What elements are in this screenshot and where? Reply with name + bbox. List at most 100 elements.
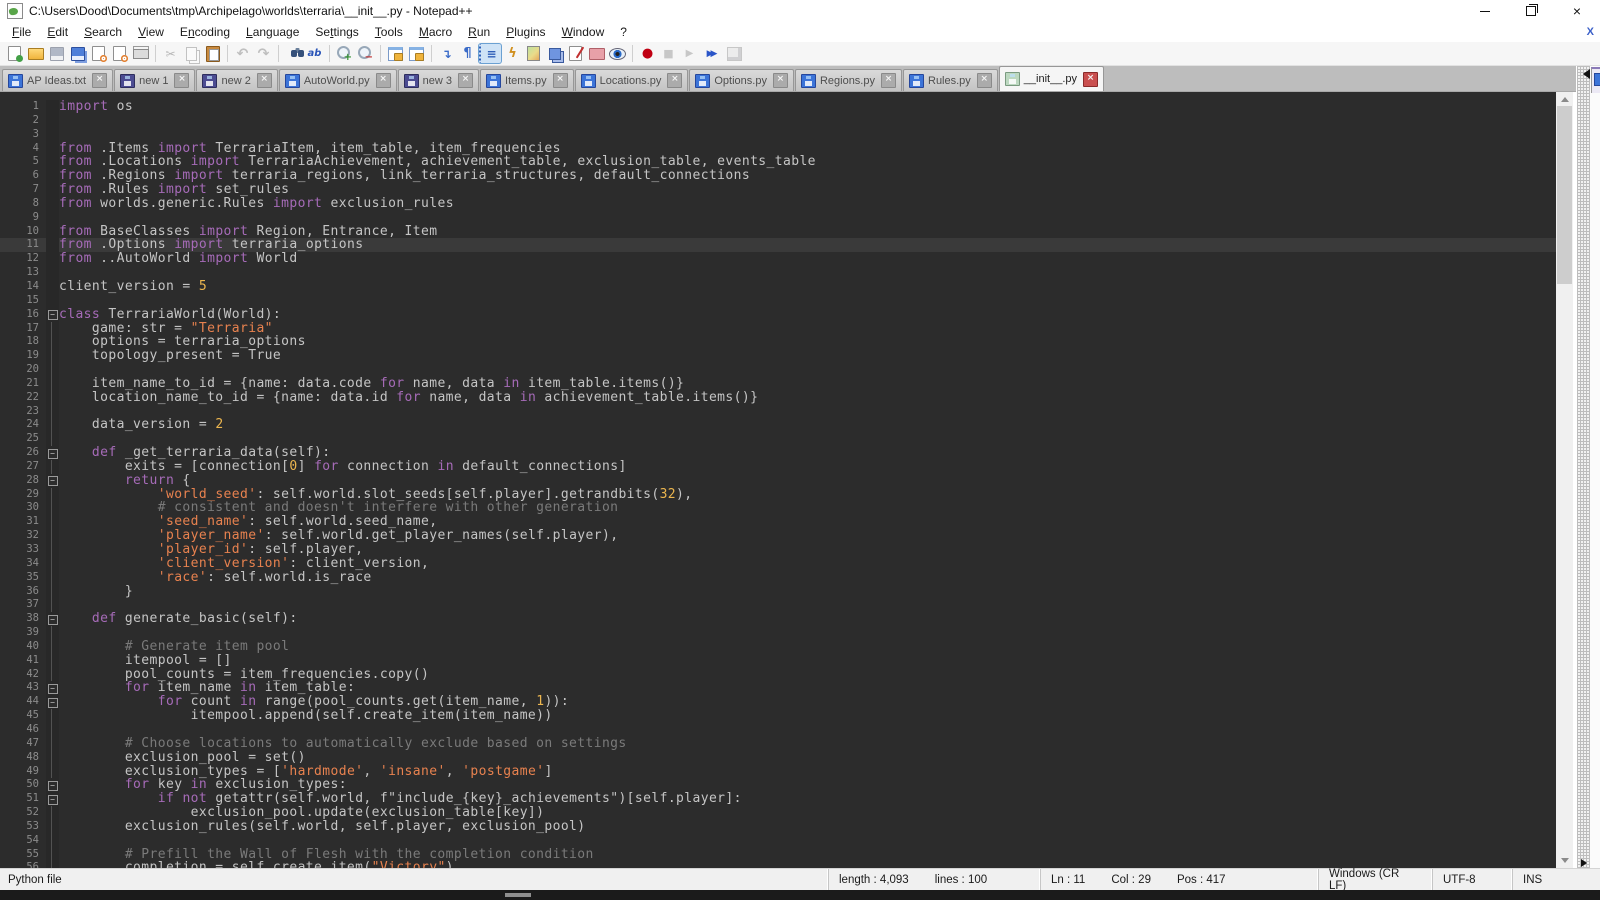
code-text[interactable]: options = terraria_options (59, 335, 306, 349)
code-text[interactable]: itempool.append(self.create_item(item_na… (59, 709, 553, 723)
fold-margin[interactable]: − (46, 474, 59, 488)
code-text[interactable]: data_version = 2 (59, 418, 224, 432)
code-text[interactable]: class TerrariaWorld(World): (59, 308, 281, 322)
print-icon[interactable] (131, 44, 150, 63)
menu-item-tools[interactable]: Tools (367, 23, 411, 41)
tab-close-button[interactable]: × (977, 73, 992, 88)
eol-format-label[interactable]: Windows (CR LF) (1329, 868, 1406, 892)
code-text[interactable]: } (59, 585, 133, 599)
tab-close-button[interactable]: × (257, 73, 272, 88)
undo-icon[interactable]: ↶ (233, 44, 252, 63)
fold-marker-icon[interactable]: − (48, 615, 58, 625)
tab-regions-py[interactable]: Regions.py× (795, 69, 902, 91)
tab-close-button[interactable]: × (553, 73, 568, 88)
code-text[interactable]: exclusion_rules(self.world, self.player,… (59, 820, 586, 834)
corner-arrow-icon[interactable] (1581, 859, 1591, 867)
macro-record-icon[interactable]: ● (638, 44, 657, 63)
close-all-icon[interactable] (110, 44, 129, 63)
close-icon[interactable] (89, 44, 108, 63)
code-text[interactable]: for item_name in item_table: (59, 681, 355, 695)
code-text[interactable]: pool_counts = item_frequencies.copy() (59, 668, 429, 682)
menu-item-settings[interactable]: Settings (307, 23, 366, 41)
code-text[interactable]: 'client_version': client_version, (59, 557, 429, 571)
paste-icon[interactable] (203, 44, 222, 63)
close-document-x-button[interactable]: X (1587, 26, 1594, 38)
tab--init-py[interactable]: __init__.py× (999, 66, 1104, 91)
tab-rules-py[interactable]: Rules.py× (903, 69, 998, 91)
code-text[interactable]: def _get_terraria_data(self): (59, 446, 331, 460)
code-text[interactable]: def generate_basic(self): (59, 612, 298, 626)
code-text[interactable]: exits = [connection[0] for connection in… (59, 460, 627, 474)
encoding-label[interactable]: UTF-8 (1443, 874, 1476, 886)
scrollbar-thumb[interactable] (1557, 106, 1572, 284)
tab-autoworld-py[interactable]: AutoWorld.py× (279, 69, 397, 91)
code-text[interactable]: 'seed_name': self.world.seed_name, (59, 515, 437, 529)
fold-marker-icon[interactable]: − (48, 310, 58, 320)
edit-popup-icon[interactable] (566, 44, 585, 63)
fold-margin[interactable]: − (46, 612, 59, 626)
code-text[interactable]: 'player_name': self.world.get_player_nam… (59, 529, 618, 543)
tab-scroll-left-icon[interactable] (1578, 69, 1590, 79)
code-text[interactable]: from BaseClasses import Region, Entrance… (59, 225, 437, 239)
tab-locations-py[interactable]: Locations.py× (575, 69, 689, 91)
fold-marker-icon[interactable]: − (48, 449, 58, 459)
fold-margin[interactable]: − (46, 695, 59, 709)
menu-item-run[interactable]: Run (460, 23, 498, 41)
macro-play-icon[interactable]: ▶ (680, 44, 699, 63)
view-splitter[interactable] (1577, 66, 1590, 868)
code-text[interactable]: item_name_to_id = {name: data.code for n… (59, 377, 684, 391)
menu-item-language[interactable]: Language (238, 23, 307, 41)
fold-margin[interactable]: − (46, 308, 59, 322)
code-text[interactable]: # Generate item pool (59, 640, 289, 654)
code-text[interactable]: from .Regions import terraria_regions, l… (59, 169, 750, 183)
function-list-icon[interactable]: ϟ (503, 44, 522, 63)
tab-close-button[interactable]: × (1083, 72, 1098, 87)
tab-close-button[interactable]: × (881, 73, 896, 88)
code-text[interactable]: from ..AutoWorld import World (59, 252, 298, 266)
code-text[interactable]: exclusion_types = ['hardmode', 'insane',… (59, 765, 553, 779)
document-list-icon[interactable] (545, 44, 564, 63)
code-text[interactable]: exclusion_pool.update(exclusion_table[ke… (59, 806, 544, 820)
code-text[interactable]: from .Options import terraria_options (59, 238, 363, 252)
fold-marker-icon[interactable]: − (48, 698, 58, 708)
tab-new-2[interactable]: new 2× (196, 69, 277, 91)
replace-icon[interactable]: ab (305, 44, 324, 63)
macro-save-icon[interactable] (725, 44, 744, 63)
code-text[interactable]: exclusion_pool = set() (59, 751, 306, 765)
indent-guide-icon[interactable]: ≡ (479, 44, 501, 63)
vertical-scrollbar[interactable] (1556, 92, 1573, 868)
macro-run-multiple-icon[interactable]: ▶▶ (701, 44, 723, 63)
code-text[interactable]: 'race': self.world.is_race (59, 571, 372, 585)
menu-item-plugins[interactable]: Plugins (498, 23, 553, 41)
insert-mode-label[interactable]: INS (1523, 874, 1542, 886)
redo-icon[interactable]: ↷ (254, 44, 273, 63)
tab-close-button[interactable]: × (92, 73, 107, 88)
fold-marker-icon[interactable]: − (48, 795, 58, 805)
code-text[interactable]: client_version = 5 (59, 280, 207, 294)
new-file-icon[interactable] (5, 44, 24, 63)
code-text[interactable]: from .Items import TerrariaItem, item_ta… (59, 142, 561, 156)
menu-item-window[interactable]: Window (554, 23, 613, 41)
code-text[interactable]: location_name_to_id = {name: data.id for… (59, 391, 758, 405)
code-text[interactable]: game: str = "Terraria" (59, 322, 273, 336)
restore-button[interactable] (1508, 0, 1554, 22)
tab-close-button[interactable]: × (458, 73, 473, 88)
sync-horizontal-icon[interactable] (407, 44, 426, 63)
fold-margin[interactable]: − (46, 792, 59, 806)
show-all-characters-icon[interactable]: ¶ (458, 44, 477, 63)
code-text[interactable]: for key in exclusion_types: (59, 778, 347, 792)
cut-icon[interactable]: ✂ (161, 44, 180, 63)
minimize-button[interactable] (1462, 0, 1508, 22)
clipped-tab-fragment[interactable] (1591, 67, 1600, 93)
save-all-icon[interactable] (68, 44, 87, 63)
menu-item-[interactable]: ? (612, 23, 635, 41)
code-text[interactable]: from worlds.generic.Rules import exclusi… (59, 197, 454, 211)
code-text[interactable]: from .Rules import set_rules (59, 183, 289, 197)
menu-item-view[interactable]: View (130, 23, 172, 41)
fold-margin[interactable]: − (46, 446, 59, 460)
code-text[interactable]: if not getattr(self.world, f"include_{ke… (59, 792, 742, 806)
code-text[interactable]: # Prefill the Wall of Flesh with the com… (59, 848, 594, 862)
fold-marker-icon[interactable]: − (48, 684, 58, 694)
scroll-up-arrow-icon[interactable] (1556, 92, 1573, 107)
code-text[interactable]: itempool = [] (59, 654, 232, 668)
